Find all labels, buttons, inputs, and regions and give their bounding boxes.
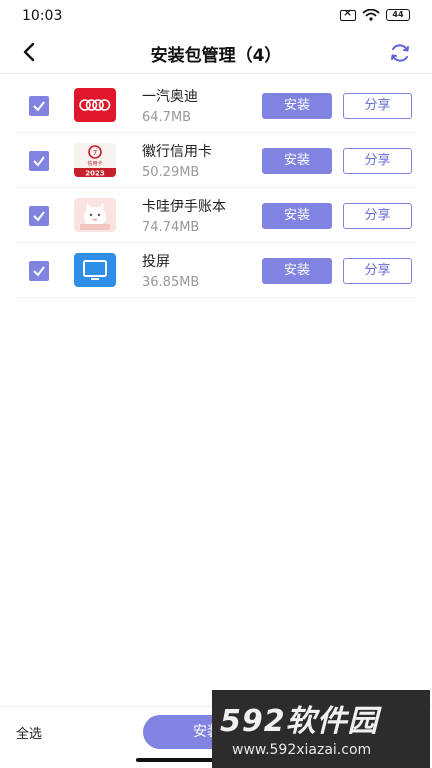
check-icon — [33, 266, 45, 277]
app-name: 徽行信用卡 — [142, 144, 212, 160]
check-icon — [33, 211, 45, 222]
install-button[interactable]: 安装 — [262, 93, 332, 119]
audi-logo-icon — [74, 88, 116, 122]
select-all-button[interactable]: 全选 — [16, 723, 42, 742]
watermark-url: www.592xiazai.com — [232, 742, 372, 758]
list-item: 卡哇伊手账本 74.74MB 安装 分享 — [16, 188, 416, 243]
app-name: 一汽奥迪 — [142, 89, 198, 105]
item-checkbox[interactable] — [29, 206, 49, 226]
app-name: 卡哇伊手账本 — [142, 199, 226, 215]
credit-card-logo-year: 2023 — [85, 170, 105, 178]
status-bar: 10:03 44 — [0, 0, 432, 32]
list-item: 7 信用卡 2023 徽行信用卡 50.29MB 安装 分享 — [16, 133, 416, 188]
share-button[interactable]: 分享 — [343, 93, 412, 119]
item-checkbox[interactable] — [29, 151, 49, 171]
check-icon — [33, 156, 45, 167]
watermark-brand: 592软件园 — [220, 704, 379, 739]
page-title: 安装包管理（4） — [150, 46, 282, 66]
app-size: 64.7MB — [142, 110, 192, 125]
list-item: 一汽奥迪 64.7MB 安装 分享 — [16, 78, 416, 133]
app-size: 74.74MB — [142, 220, 200, 235]
svg-text:7: 7 — [93, 149, 97, 157]
credit-card-logo-icon: 7 信用卡 2023 — [74, 143, 116, 177]
sim-off-icon — [340, 6, 356, 21]
item-checkbox[interactable] — [29, 96, 49, 116]
app-name: 投屏 — [142, 254, 170, 270]
screen-cast-icon — [74, 253, 116, 287]
item-checkbox[interactable] — [29, 261, 49, 281]
refresh-icon[interactable] — [388, 41, 412, 65]
package-list: 一汽奥迪 64.7MB 安装 分享 7 信用卡 2023 徽行信用卡 50.29… — [16, 78, 416, 298]
check-icon — [33, 101, 45, 112]
battery-icon: 44 — [386, 9, 410, 21]
share-button[interactable]: 分享 — [343, 148, 412, 174]
app-size: 50.29MB — [142, 165, 200, 180]
install-button[interactable]: 安装 — [262, 148, 332, 174]
status-time: 10:03 — [22, 8, 63, 24]
install-button[interactable]: 安装 — [262, 203, 332, 229]
header: 安装包管理（4） — [0, 32, 432, 74]
share-button[interactable]: 分享 — [343, 258, 412, 284]
cat-notebook-icon — [74, 198, 116, 232]
list-item: 投屏 36.85MB 安装 分享 — [16, 243, 416, 298]
status-icons: 44 — [340, 6, 410, 21]
wifi-icon — [362, 9, 380, 21]
share-button[interactable]: 分享 — [343, 203, 412, 229]
credit-card-logo-text: 信用卡 — [87, 160, 102, 167]
app-size: 36.85MB — [142, 275, 200, 290]
install-button[interactable]: 安装 — [262, 258, 332, 284]
watermark-logo: 592软件园 www.592xiazai.com — [212, 690, 430, 768]
